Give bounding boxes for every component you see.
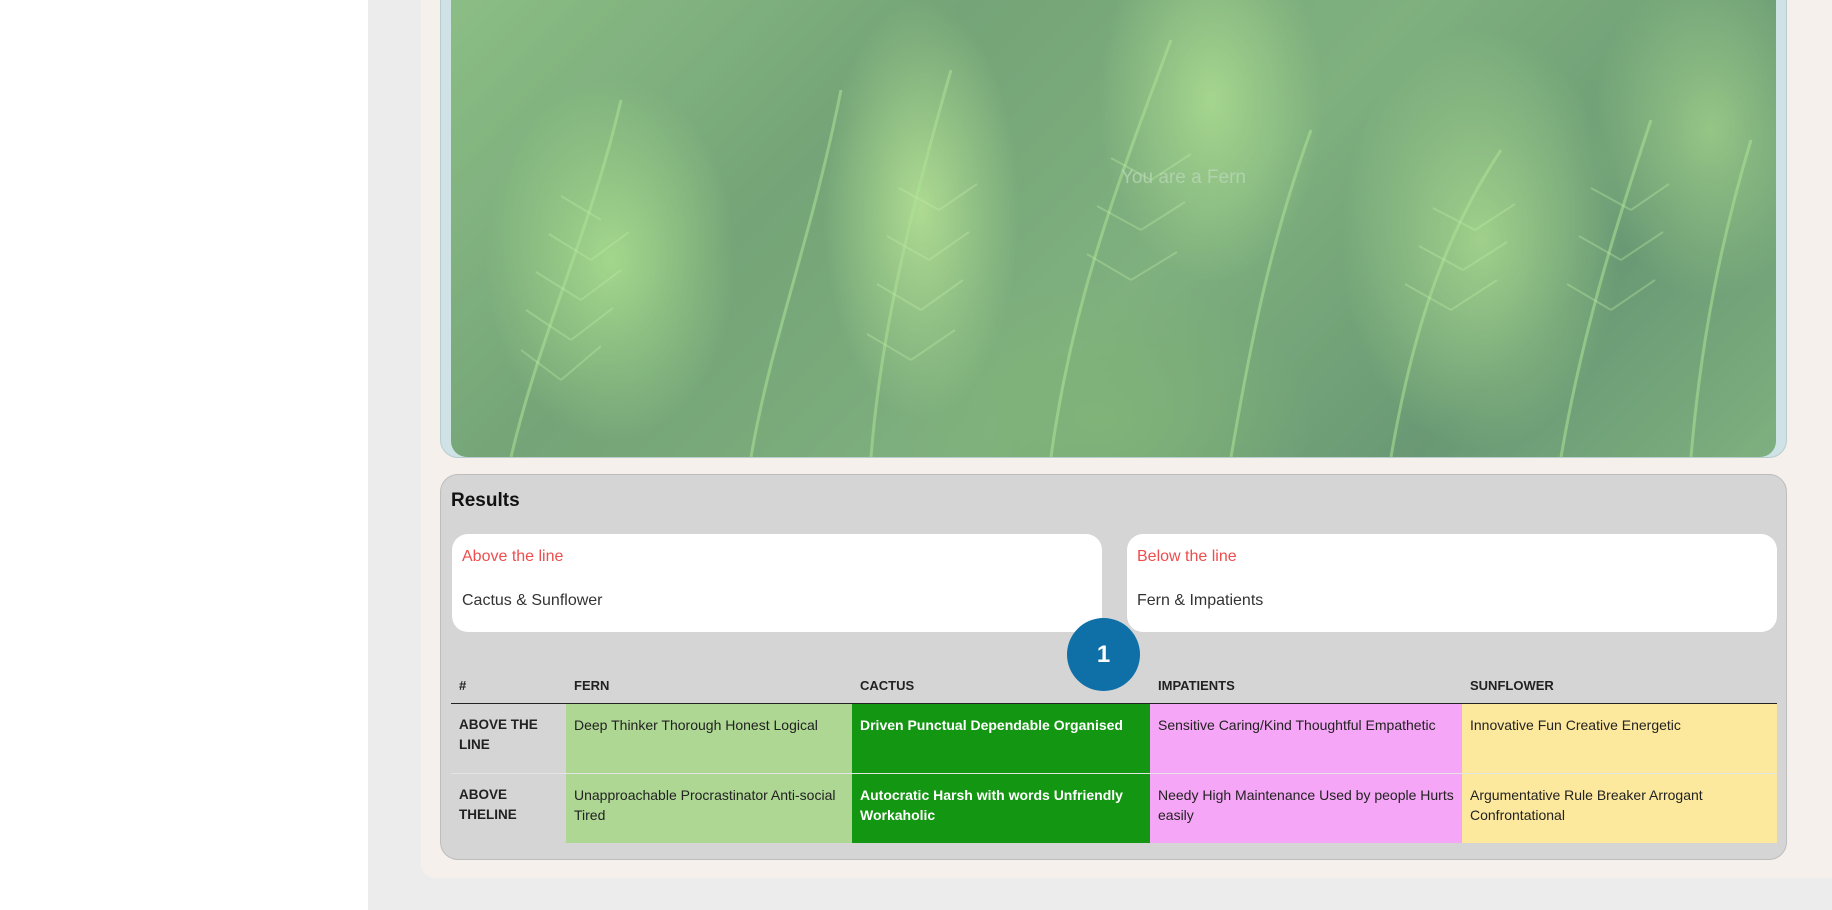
column-header-impatients: IMPATIENTS	[1150, 668, 1462, 704]
above-the-line-card: Above the line Cactus & Sunflower	[452, 534, 1102, 632]
personality-table: # FERN CACTUS IMPATIENTS SUNFLOWER ABOVE…	[451, 668, 1777, 843]
impatients-cell: Sensitive Caring/Kind Thoughtful Empathe…	[1150, 703, 1462, 774]
results-title: Results	[451, 490, 520, 511]
table-row: ABOVE THE LINE Deep Thinker Thorough Hon…	[451, 703, 1777, 774]
column-header-index: #	[451, 668, 566, 704]
hero-overlay	[451, 0, 1776, 457]
column-header-fern: FERN	[566, 668, 852, 704]
cactus-cell: Driven Punctual Dependable Organised	[852, 703, 1150, 774]
impatients-cell: Needy High Maintenance Used by people Hu…	[1150, 773, 1462, 843]
step-badge[interactable]: 1	[1067, 618, 1140, 691]
cactus-cell: Autocratic Harsh with words Unfriendly W…	[852, 773, 1150, 843]
below-the-line-label: Below the line	[1137, 548, 1237, 565]
above-the-line-value: Cactus & Sunflower	[462, 592, 603, 609]
column-header-sunflower: SUNFLOWER	[1462, 668, 1777, 704]
table-row: ABOVE THELINE Unapproachable Procrastina…	[451, 773, 1777, 843]
sunflower-cell: Argumentative Rule Breaker Arrogant Conf…	[1462, 773, 1777, 843]
below-the-line-value: Fern & Impatients	[1137, 592, 1264, 609]
fern-cell: Unapproachable Procrastinator Anti-socia…	[566, 773, 852, 843]
above-the-line-label: Above the line	[462, 548, 564, 565]
below-the-line-card: Below the line Fern & Impatients	[1127, 534, 1777, 632]
sidebar	[0, 0, 368, 910]
fern-cell: Deep Thinker Thorough Honest Logical	[566, 703, 852, 774]
quiz-result-text: You are a Fern	[1121, 167, 1246, 188]
sunflower-cell: Innovative Fun Creative Energetic	[1462, 703, 1777, 774]
row-header: ABOVE THELINE	[451, 773, 566, 843]
fern-image: You are a Fern	[451, 0, 1776, 457]
row-header: ABOVE THE LINE	[451, 703, 566, 774]
